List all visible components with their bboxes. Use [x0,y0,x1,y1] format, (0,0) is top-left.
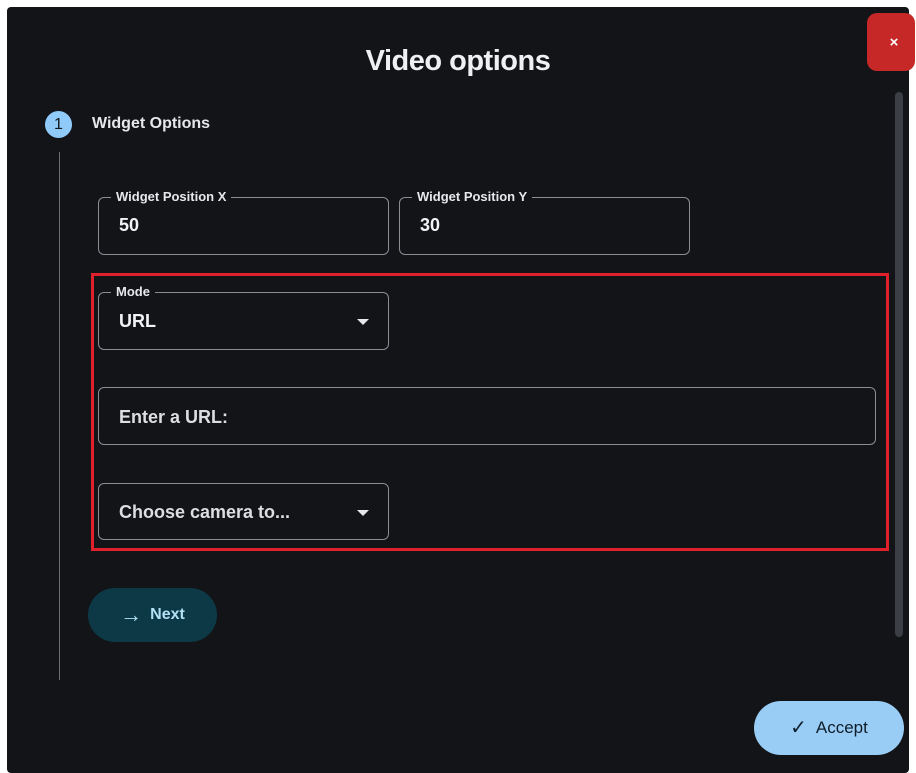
step-connector-line [59,152,60,680]
widget-position-y-value: 30 [420,215,441,235]
step-number-badge: 1 [45,111,72,138]
next-label: Next [150,606,185,623]
dialog-title: Video options [365,45,551,77]
widget-position-x-label: Widget Position X [111,189,232,205]
close-icon: × [889,33,899,51]
accept-label: Accept [815,718,868,737]
step-label: Widget Options [92,115,211,132]
widget-position-y-field[interactable]: Widget Position Y 30 [399,189,690,255]
check-icon: ✓ [790,717,807,739]
widget-position-x-value: 50 [119,215,140,235]
close-button[interactable]: × [867,13,915,71]
widget-position-x-field[interactable]: Widget Position X 50 [98,189,389,255]
arrow-right-icon: → [120,602,143,627]
accept-button[interactable]: ✓ Accept [754,701,904,755]
widget-position-y-label: Widget Position Y [412,189,533,205]
scrollbar[interactable] [895,92,903,637]
next-button[interactable]: → Next [88,588,217,642]
video-options-dialog: Video options × 1 Widget Options Widget … [7,7,915,773]
highlight-box [91,273,889,551]
